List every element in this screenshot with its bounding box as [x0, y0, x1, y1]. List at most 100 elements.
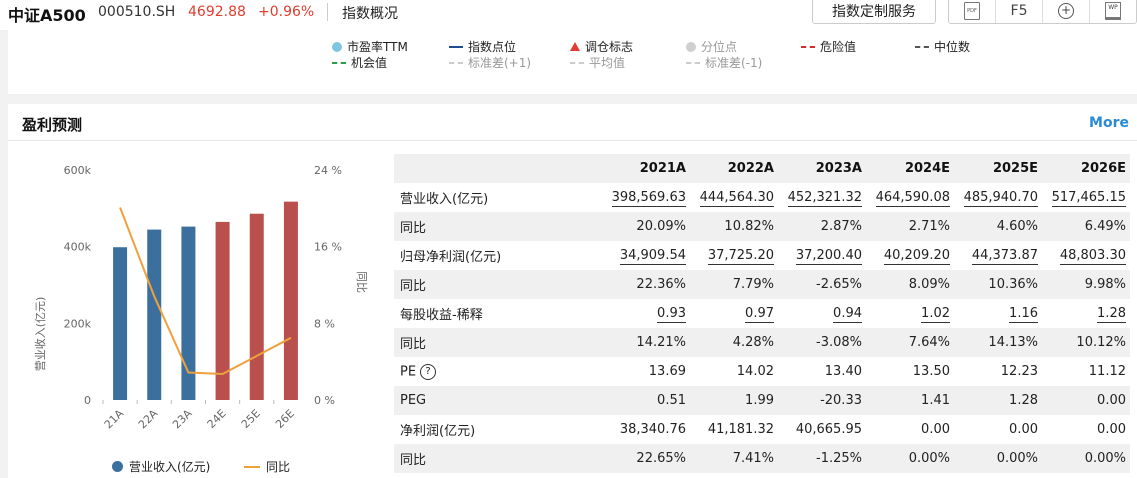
table-cell[interactable]: 34,909.54: [602, 241, 690, 270]
x-tick-label: 22A: [136, 407, 161, 432]
table-header: 2022A: [690, 154, 778, 183]
custom-service-button[interactable]: 指数定制服务: [812, 0, 936, 24]
cell-value: 7.41%: [732, 451, 774, 466]
table-header: 2023A: [778, 154, 866, 183]
cell-value: 0.00%: [1084, 451, 1126, 466]
help-icon[interactable]: ?: [420, 363, 437, 380]
cell-value: 8.09%: [908, 277, 950, 292]
cell-value: 0.00: [921, 422, 950, 437]
legend-index-points[interactable]: 指数点位: [449, 38, 516, 55]
table-row: 每股收益-稀释 0.93 0.97 0.94 1.02 1.16 1.28: [394, 299, 1130, 328]
legend-mean[interactable]: 平均值: [570, 54, 625, 71]
legend-std-plus[interactable]: 标准差(+1): [449, 54, 531, 71]
circle-icon: [686, 41, 696, 52]
table-cell: 0.00%: [1042, 444, 1130, 473]
table-cell: 40,665.95: [778, 415, 866, 444]
cell-value: 0.00: [1097, 422, 1126, 437]
table-cell[interactable]: 44,373.87: [954, 241, 1042, 270]
table-cell[interactable]: 40,209.20: [866, 241, 954, 270]
y-tick-label: 0: [84, 394, 91, 407]
cell-value: 1.99: [745, 393, 774, 408]
legend-yoy[interactable]: 同比: [244, 458, 290, 475]
table-cell[interactable]: 464,590.08: [866, 183, 954, 212]
table-cell[interactable]: 1.28: [1042, 299, 1130, 328]
revenue-bar[interactable]: [147, 229, 162, 400]
table-cell[interactable]: 37,725.20: [690, 241, 778, 270]
cell-value: 0.00: [1097, 393, 1126, 408]
revenue-bar[interactable]: [181, 226, 196, 400]
table-cell[interactable]: 1.02: [866, 299, 954, 328]
table-cell: 22.36%: [602, 270, 690, 299]
table-cell[interactable]: 398,569.63: [602, 183, 690, 212]
cell-value: 22.65%: [636, 451, 686, 466]
legend-label: 市盈率TTM: [347, 40, 408, 54]
legend-pe-ttm[interactable]: 市盈率TTM: [332, 38, 408, 55]
cell-value: -1.25%: [816, 451, 862, 466]
table-cell[interactable]: 0.97: [690, 299, 778, 328]
cell-value: 12.23: [1000, 364, 1038, 379]
table-row: PE? 13.69 14.02 13.40 13.50 12.23 11.12: [394, 357, 1130, 386]
cell-value: -20.33: [820, 393, 862, 408]
table-cell[interactable]: 37,200.40: [778, 241, 866, 270]
x-tick-label: 24E: [205, 407, 229, 431]
row-label-text: 同比: [400, 453, 427, 468]
cell-value: 517,465.15: [1051, 190, 1126, 207]
table-cell: 4.28%: [690, 328, 778, 357]
legend-rebalance[interactable]: 调仓标志: [570, 38, 633, 55]
legend-std-minus[interactable]: 标准差(-1): [686, 54, 762, 71]
row-label: 归母净利润(亿元): [394, 241, 602, 270]
cell-value: 0.00%: [996, 451, 1038, 466]
legend-opportunity[interactable]: 机会值: [332, 54, 387, 71]
table-cell[interactable]: 517,465.15: [1042, 183, 1130, 212]
table-cell: 14.21%: [602, 328, 690, 357]
y2-tick-label: 8 %: [314, 317, 335, 330]
table-cell[interactable]: 485,940.70: [954, 183, 1042, 212]
table-cell[interactable]: 0.93: [602, 299, 690, 328]
table-cell[interactable]: 452,321.32: [778, 183, 866, 212]
pdf-button[interactable]: PDF: [949, 0, 996, 23]
table-cell[interactable]: 0.94: [778, 299, 866, 328]
cell-value: 34,909.54: [619, 248, 686, 265]
wp-icon: WP: [1105, 2, 1121, 20]
revenue-bar[interactable]: [283, 201, 298, 400]
row-label: 同比: [394, 444, 602, 473]
wp-button[interactable]: WP: [1090, 0, 1136, 23]
legend-label: 标准差(-1): [705, 56, 763, 70]
legend-label: 指数点位: [468, 40, 517, 54]
cell-value: 22.36%: [636, 277, 686, 292]
table-cell: -2.65%: [778, 270, 866, 299]
row-label: PE?: [394, 357, 602, 386]
row-label: 每股收益-稀释: [394, 299, 602, 328]
table-cell: 4.60%: [954, 212, 1042, 241]
y-tick-label: 400k: [64, 241, 92, 254]
revenue-bar[interactable]: [249, 213, 264, 400]
table-cell[interactable]: 48,803.30: [1042, 241, 1130, 270]
dashed-line-icon: [449, 61, 463, 64]
legend-danger[interactable]: 危险值: [801, 38, 856, 55]
index-overview-link[interactable]: 指数概况: [342, 3, 398, 23]
revenue-chart: 600k 400k 200k 0 24 % 16 % 8 % 0 % 21A 22A 23A 24E 2…: [33, 164, 368, 432]
y2-tick-label: 16 %: [314, 241, 342, 254]
table-cell[interactable]: 444,564.30: [690, 183, 778, 212]
f5-button[interactable]: F5: [996, 0, 1043, 23]
add-button[interactable]: +: [1043, 0, 1090, 23]
forecast-table: 2021A 2022A 2023A 2024E 2025E 2026E 营业收入…: [394, 154, 1130, 473]
table-cell: 1.28: [954, 386, 1042, 415]
cell-value: 40,665.95: [795, 422, 862, 437]
cell-value: 4.28%: [732, 335, 774, 350]
cell-value: 1.28: [1097, 306, 1126, 323]
legend-median[interactable]: 中位数: [915, 38, 970, 55]
pdf-icon: PDF: [964, 2, 980, 20]
legend-percentile[interactable]: 分位点: [686, 38, 737, 55]
cell-value: 0.00%: [908, 451, 950, 466]
revenue-bar[interactable]: [113, 247, 128, 400]
more-link[interactable]: More: [1089, 115, 1129, 131]
cell-value: 444,564.30: [699, 190, 774, 207]
table-cell: 20.09%: [602, 212, 690, 241]
cell-value: -2.65%: [816, 277, 862, 292]
table-cell[interactable]: 1.16: [954, 299, 1042, 328]
table-cell: 0.00: [1042, 386, 1130, 415]
legend-revenue[interactable]: 营业收入(亿元): [112, 458, 210, 475]
table-cell: 22.65%: [602, 444, 690, 473]
legend-yoy-label: 同比: [266, 460, 291, 474]
